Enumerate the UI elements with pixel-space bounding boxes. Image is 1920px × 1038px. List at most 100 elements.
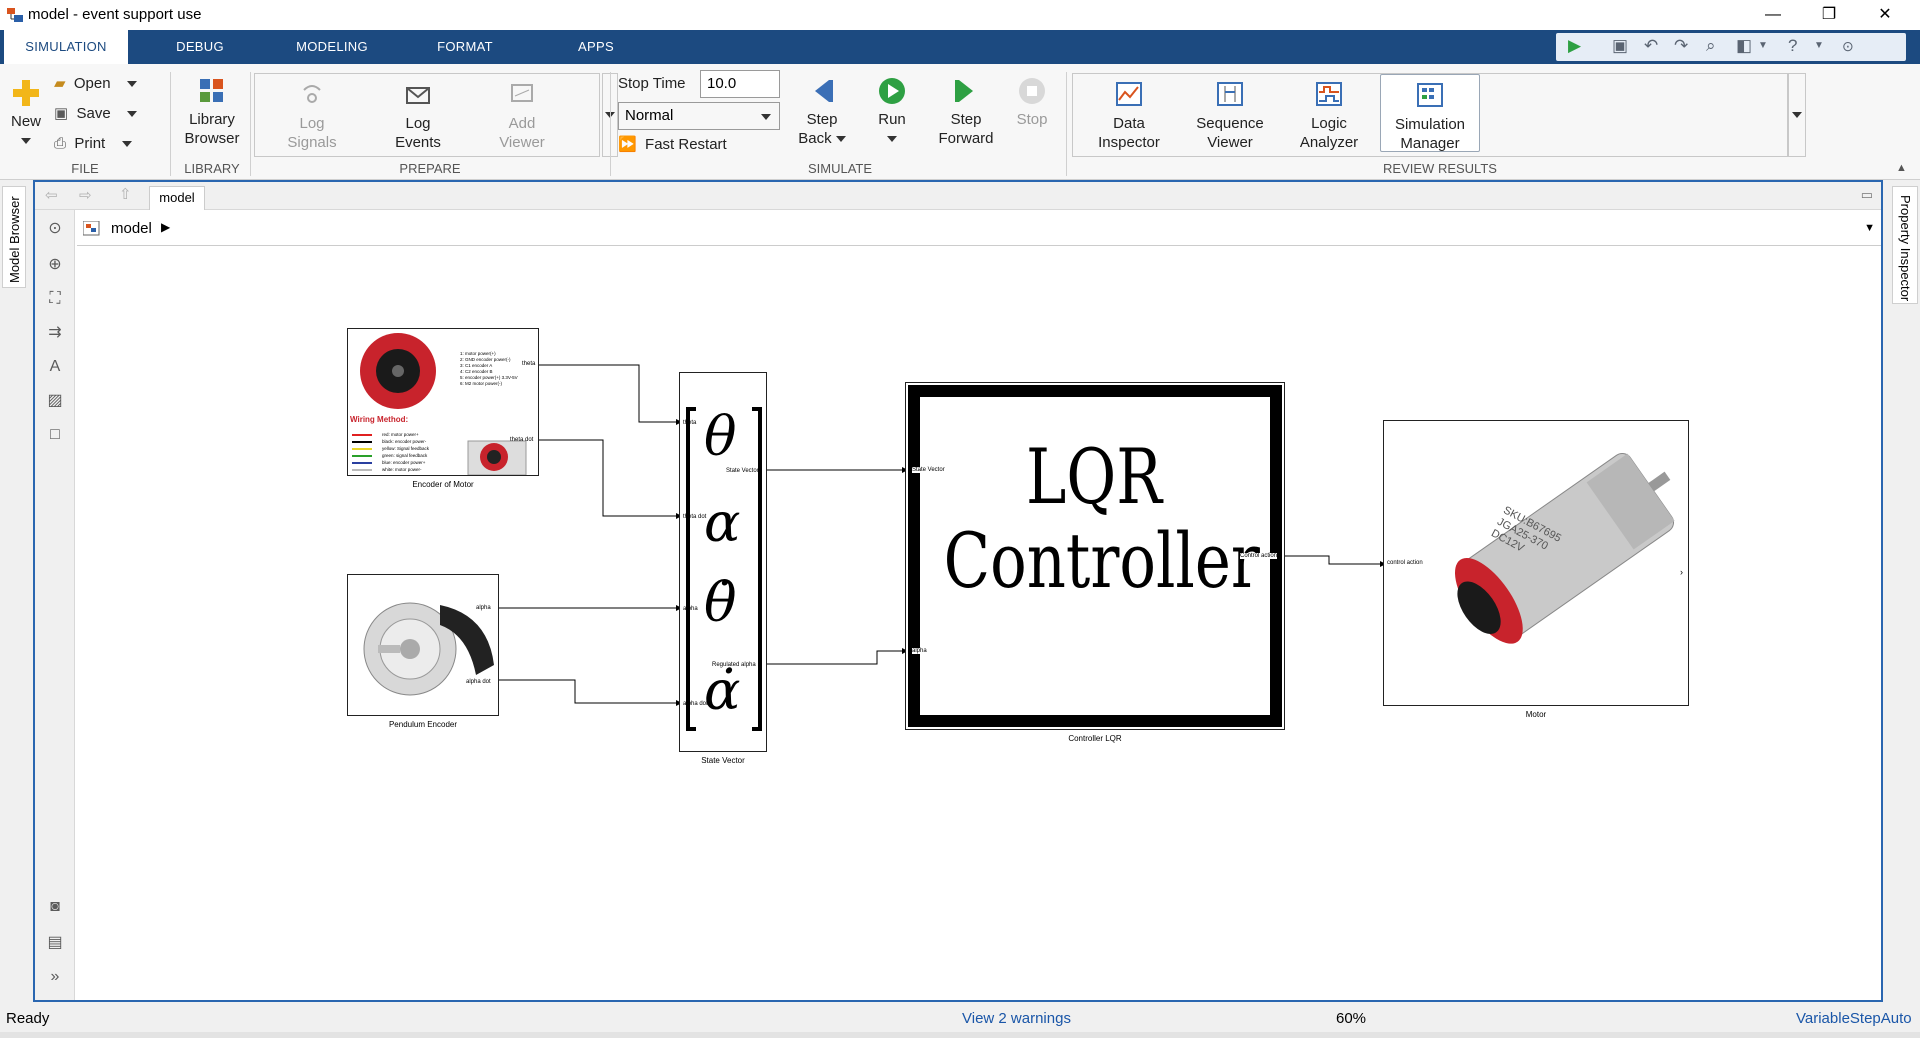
sequence-viewer-icon — [1217, 82, 1243, 106]
separator — [1066, 72, 1067, 176]
state-vector-in-alpha-dot: alpha dot — [683, 701, 708, 707]
sequence-viewer-label-2: Viewer — [1207, 134, 1253, 151]
state-vector-block[interactable]: θ α θ̇ α̇ theta theta dot alpha alpha do… — [679, 372, 767, 752]
breadcrumb-model[interactable]: model — [111, 220, 152, 237]
zoom-level[interactable]: 60% — [1336, 1010, 1366, 1027]
hide-explorer-bar-icon[interactable]: ▭ — [1861, 187, 1873, 203]
breadcrumb-chevron-icon[interactable]: ▶ — [161, 220, 170, 234]
step-forward-icon — [955, 80, 973, 102]
fast-restart-toggle[interactable]: ⏩ Fast Restart — [618, 134, 768, 156]
signal-control-action[interactable] — [1283, 555, 1386, 567]
model-icon — [83, 221, 100, 236]
stop-button[interactable]: Stop — [1008, 76, 1056, 129]
layout-icon[interactable]: ◧ — [1736, 36, 1752, 56]
annotation-icon[interactable]: A — [44, 356, 66, 378]
print-dropdown-icon — [121, 141, 132, 148]
sequence-viewer-button[interactable]: Sequence Viewer — [1186, 80, 1274, 152]
pendulum-encoder-block[interactable]: alpha alpha dot — [347, 574, 499, 716]
library-browser-icon — [200, 79, 223, 102]
search-icon[interactable]: ⌕ — [1706, 36, 1716, 56]
route-lines-icon[interactable]: ⇉ — [44, 322, 66, 344]
motor-in-control-action: control action — [1387, 560, 1423, 566]
forward-arrow-icon[interactable]: ⇨ — [79, 186, 92, 204]
step-back-button[interactable]: Step Back — [794, 76, 850, 148]
hide-explorer-icon[interactable]: ⊙ — [44, 218, 66, 240]
review-gallery-expand[interactable] — [1788, 73, 1806, 157]
solver-link[interactable]: VariableStepAuto — [1796, 1010, 1912, 1027]
add-viewer-button[interactable]: Add Viewer — [486, 80, 558, 152]
log-signals-button[interactable]: Log Signals — [276, 80, 348, 152]
model-browser-tab[interactable]: Model Browser — [2, 186, 26, 288]
separator — [250, 72, 251, 176]
property-inspector-tab[interactable]: Property Inspector — [1892, 186, 1918, 304]
model-browser-strip: Model Browser — [0, 180, 28, 1000]
save-quick-icon[interactable]: ▣ — [1612, 36, 1628, 56]
data-inspector-button[interactable]: Data Inspector — [1088, 80, 1170, 152]
simulation-mode-select[interactable]: Normal — [618, 102, 780, 130]
legend-line: white: motor power- — [382, 467, 422, 472]
zoom-icon[interactable]: ⊕ — [44, 254, 66, 276]
tab-model[interactable]: model — [149, 186, 205, 210]
print-button[interactable]: ⎙ Print — [54, 133, 154, 155]
restore-button[interactable]: ❐ — [1806, 2, 1852, 28]
expand-palette-icon[interactable]: » — [44, 966, 66, 988]
tab-format[interactable]: FORMAT — [415, 30, 515, 64]
encoder-pin-list: 1: motor power(+) 2: GND encoder power(-… — [460, 351, 518, 387]
tab-apps[interactable]: APPS — [546, 30, 646, 64]
help-dropdown-icon[interactable]: ▼ — [1814, 40, 1824, 51]
redo-icon[interactable]: ↷ — [1674, 36, 1688, 56]
library-browser-button[interactable]: Library Browser — [178, 76, 246, 148]
run-button[interactable]: Run — [864, 76, 920, 148]
fit-to-view-icon[interactable]: ⛶ — [44, 288, 66, 310]
encoder-of-motor-block[interactable]: 1: motor power(+) 2: GND encoder power(-… — [347, 328, 539, 476]
signal-regulated-alpha[interactable] — [765, 648, 908, 665]
controller-lqr-block[interactable]: LQR Controller State Vector alpha Contro… — [905, 382, 1285, 730]
layout-dropdown-icon[interactable]: ▼ — [1758, 40, 1768, 51]
add-viewer-icon — [511, 84, 533, 102]
library-group-label: LIBRARY — [184, 161, 240, 176]
diagram-canvas[interactable]: 1: motor power(+) 2: GND encoder power(-… — [77, 248, 1881, 1000]
collapse-ribbon-icon[interactable]: ⊙ — [1842, 38, 1854, 55]
open-button[interactable]: ▰ Open — [54, 73, 154, 95]
image-annotation-icon[interactable]: ▨ — [44, 390, 66, 412]
area-icon[interactable]: □ — [44, 424, 66, 446]
undo-icon[interactable]: ↶ — [1644, 36, 1658, 56]
tab-modeling[interactable]: MODELING — [278, 30, 386, 64]
new-button[interactable]: New — [6, 78, 46, 150]
signal-alpha-dot[interactable] — [497, 679, 682, 706]
signal-theta[interactable] — [537, 364, 682, 425]
close-button[interactable]: ✕ — [1862, 2, 1908, 28]
simulation-manager-button[interactable]: Simulation Manager — [1380, 74, 1480, 152]
back-arrow-icon[interactable]: ⇦ — [45, 186, 58, 204]
motor-label: Motor — [1525, 710, 1547, 719]
folder-icon: ▰ — [54, 75, 66, 92]
state-vector-in-theta: theta — [683, 420, 697, 426]
stop-time-input[interactable]: 10.0 — [700, 70, 780, 98]
new-label: New — [10, 113, 41, 130]
log-events-button[interactable]: Log Events — [382, 80, 454, 152]
model-info-icon[interactable]: ▤ — [44, 932, 66, 954]
up-arrow-icon[interactable]: ⇧ — [119, 185, 132, 203]
log-events-icon — [406, 87, 430, 104]
legend-line: yellow: Signal feedback — [382, 446, 430, 451]
logic-analyzer-button[interactable]: Logic Analyzer — [1288, 80, 1370, 152]
motor-block[interactable]: SKU:B67695 JGA25-370 DC12V control actio… — [1383, 420, 1689, 706]
step-forward-label-1: Step — [950, 111, 982, 128]
minimize-button[interactable]: — — [1750, 2, 1796, 28]
breadcrumb-dropdown-icon[interactable]: ▼ — [1864, 222, 1875, 234]
help-icon[interactable]: ? — [1788, 36, 1797, 56]
step-forward-button[interactable]: Step Forward — [934, 76, 998, 148]
screenshot-icon[interactable]: ◙ — [44, 896, 66, 918]
tab-debug[interactable]: DEBUG — [150, 30, 250, 64]
legend-line: green: signal feedback — [382, 453, 428, 458]
run-quick-icon[interactable]: ▶ — [1568, 36, 1581, 56]
encoder-wire-legend: red: motor power+ black: encoder power- … — [382, 431, 429, 473]
tab-simulation[interactable]: SIMULATION — [4, 30, 128, 64]
collapse-ribbon-arrow-icon[interactable]: ▲ — [1896, 162, 1907, 174]
view-warnings-link[interactable]: View 2 warnings — [962, 1010, 1071, 1027]
step-back-label-2: Back — [798, 130, 832, 147]
signal-theta-dot[interactable] — [537, 439, 682, 519]
save-button[interactable]: ▣ Save — [54, 103, 154, 125]
controller-in-alpha: alpha — [912, 648, 927, 654]
state-vector-in-theta-dot: theta dot — [683, 514, 707, 520]
